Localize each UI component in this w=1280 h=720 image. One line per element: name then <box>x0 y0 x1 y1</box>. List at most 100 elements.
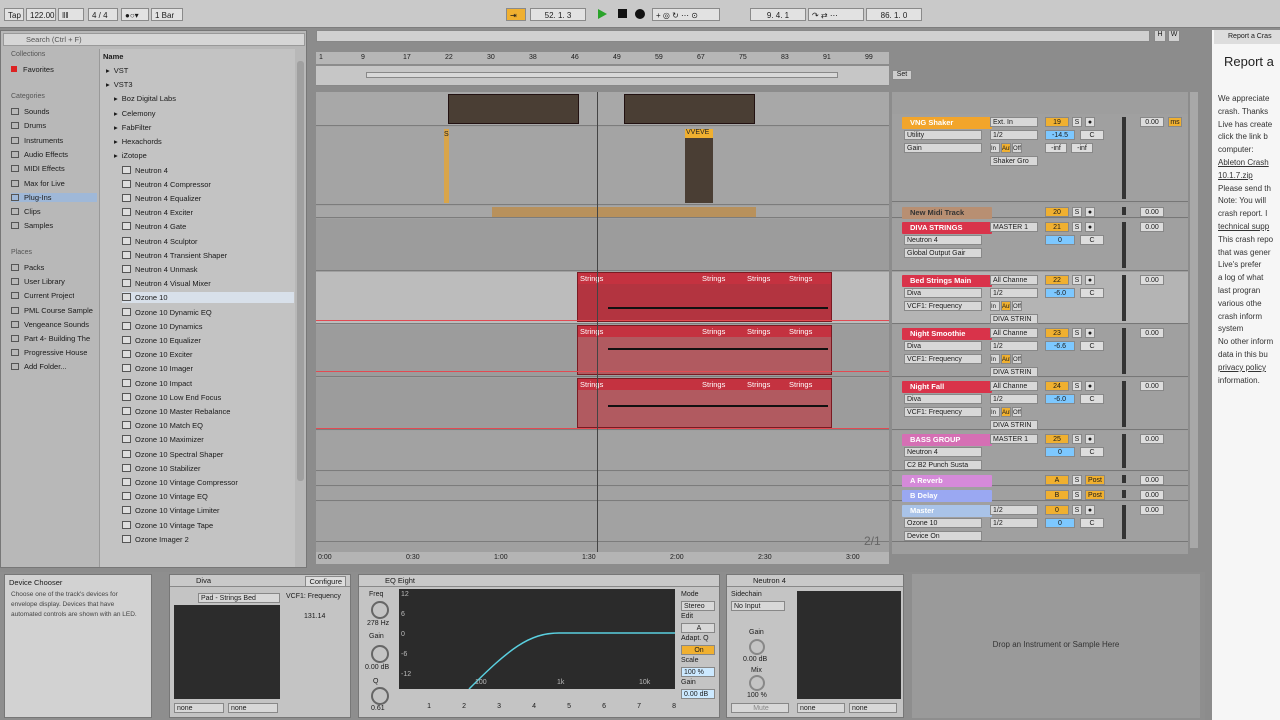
io-menu[interactable]: All Channe <box>990 328 1038 338</box>
overdub-icon[interactable]: + ◎ ↻ ⋯ ⊙ <box>652 8 720 21</box>
io-menu[interactable]: All Channe <box>990 275 1038 285</box>
play-icon[interactable] <box>598 9 607 19</box>
arm-icon[interactable]: ● <box>1085 222 1095 232</box>
place-item[interactable]: Current Project <box>11 291 74 300</box>
send-field[interactable]: 0.00 <box>1140 475 1164 485</box>
sidebar-item-clips[interactable]: Clips <box>11 207 41 216</box>
solo-button[interactable]: S <box>1072 434 1082 444</box>
io-menu[interactable]: In <box>990 143 1000 153</box>
inf-field[interactable]: -inf <box>1045 143 1067 153</box>
configure-button[interactable]: Configure <box>305 576 346 587</box>
io-menu[interactable]: In <box>990 407 1000 417</box>
device-chain-menu[interactable]: VCF1: Frequency <box>904 407 982 417</box>
track-number[interactable]: 20 <box>1045 207 1069 217</box>
plugin-item[interactable]: Ozone 10 Imager <box>122 363 193 374</box>
quantize-menu[interactable]: 1 Bar <box>151 8 183 21</box>
midi-from-menu[interactable]: none <box>174 703 224 713</box>
pan-field[interactable]: C <box>1080 235 1104 245</box>
plugin-item[interactable]: Ozone 10 Dynamic EQ <box>122 307 212 318</box>
eq-band-toggle[interactable]: 8 <box>648 703 676 710</box>
pan-field[interactable]: C <box>1080 341 1104 351</box>
h-toggle[interactable]: H <box>1154 30 1166 42</box>
mixer-track[interactable]: Night Fall Diva VCF1: Frequency All Channe 1… <box>892 378 1188 430</box>
io-menu[interactable]: Shaker Gro <box>990 156 1038 166</box>
time-signature[interactable]: 4 / 4 <box>88 8 118 21</box>
place-item[interactable]: User Library <box>11 277 65 286</box>
io-menu[interactable]: DIVA STRIN <box>990 314 1038 324</box>
audio-clip[interactable]: VVEVE <box>685 129 713 203</box>
sidebar-item-max-for-live[interactable]: Max for Live <box>11 179 65 188</box>
eq-display[interactable]: 12 6 0 -6 -12 100 1k 10k <box>399 589 675 690</box>
folder-item[interactable]: ▸ FabFilter <box>114 122 151 133</box>
io-menu[interactable]: MASTER 1 <box>990 222 1038 232</box>
track-lane-delay[interactable] <box>316 487 889 501</box>
io-menu[interactable]: 1/2 <box>990 394 1038 404</box>
track-lane-diva-strings[interactable] <box>316 219 889 271</box>
arm-icon[interactable]: ● <box>1085 207 1095 217</box>
preset-menu[interactable]: Pad - Strings Bed <box>198 593 280 603</box>
device-chain-menu[interactable]: Diva <box>904 394 982 404</box>
plugin-item[interactable]: Neutron 4 Compressor <box>122 179 211 190</box>
mixer-track[interactable]: Bed Strings Main Diva VCF1: Frequency All C… <box>892 272 1188 324</box>
track-name[interactable]: A Reverb <box>902 475 992 487</box>
track-number[interactable]: B <box>1045 490 1069 500</box>
output-gain-field[interactable]: 0.00 dB <box>681 689 715 699</box>
track-name[interactable]: B Delay <box>902 490 992 502</box>
track-name[interactable]: VNG Shaker <box>902 117 992 129</box>
sidebar-item-plug-ins[interactable]: Plug-Ins <box>11 192 97 202</box>
loop-region[interactable] <box>366 72 838 78</box>
track-name[interactable]: DIVA STRINGS <box>902 222 992 234</box>
track-name[interactable]: Night Smoothie <box>902 328 992 340</box>
io-menu[interactable]: Off <box>1012 143 1022 153</box>
sidebar-item-instruments[interactable]: Instruments <box>11 136 63 145</box>
record-icon[interactable] <box>635 9 645 19</box>
mixer-track[interactable]: B DelayBS●Post0.00 <box>892 487 1188 502</box>
track-number[interactable]: 24 <box>1045 381 1069 391</box>
stop-icon[interactable] <box>618 9 627 18</box>
track-number[interactable]: 21 <box>1045 222 1069 232</box>
solo-button[interactable]: S <box>1072 222 1082 232</box>
plugin-item[interactable]: Neutron 4 Transient Shaper <box>122 250 227 261</box>
mixer-scrollbar[interactable] <box>1190 92 1198 548</box>
track-name[interactable]: Bed Strings Main <box>902 275 992 287</box>
track-name[interactable]: Night Fall <box>902 381 992 393</box>
track-lane-bass-group[interactable] <box>316 431 889 471</box>
io-menu[interactable]: Off <box>1012 354 1022 364</box>
track-number[interactable]: 23 <box>1045 328 1069 338</box>
eq-band-toggle[interactable]: 6 <box>578 703 606 710</box>
io-menu[interactable]: In <box>990 301 1000 311</box>
device-chain-menu[interactable]: Gain <box>904 143 982 153</box>
q-knob[interactable] <box>371 687 389 705</box>
name-column-header[interactable]: Name <box>103 51 123 62</box>
freq-knob[interactable] <box>371 601 389 619</box>
midi-to-menu[interactable]: none <box>228 703 278 713</box>
folder-item[interactable]: ▸ VST <box>106 65 128 76</box>
place-item[interactable]: Progressive House <box>11 348 87 357</box>
sidebar-item-samples[interactable]: Samples <box>11 221 53 230</box>
metronome-icon[interactable]: ●○▾ <box>121 8 149 21</box>
pan-field[interactable]: C <box>1080 518 1104 528</box>
solo-button[interactable]: S <box>1072 207 1082 217</box>
volume-field[interactable]: 0 <box>1045 518 1075 528</box>
track-name[interactable]: New Midi Track <box>902 207 992 219</box>
solo-button[interactable]: S <box>1072 490 1082 500</box>
plugin-item[interactable]: Neutron 4 Gate <box>122 221 186 232</box>
pan-field[interactable]: C <box>1080 447 1104 457</box>
track-lane-night-fall[interactable]: Strings Strings Strings Strings <box>316 378 889 430</box>
io-menu[interactable]: DIVA STRIN <box>990 367 1038 377</box>
sidebar-item-sounds[interactable]: Sounds <box>11 107 49 116</box>
plugin-item[interactable]: Ozone 10 Vintage EQ <box>122 491 208 502</box>
pan-field[interactable]: C <box>1080 288 1104 298</box>
solo-button[interactable]: S <box>1072 381 1082 391</box>
solo-button[interactable]: S <box>1072 475 1082 485</box>
place-item[interactable]: Part 4- Building The <box>11 334 90 343</box>
solo-button[interactable]: S <box>1072 505 1082 515</box>
track-number[interactable]: 0 <box>1045 505 1069 515</box>
pan-field[interactable]: C <box>1080 130 1104 140</box>
send-field[interactable]: 0.00 <box>1140 275 1164 285</box>
mode-menu[interactable]: Stereo <box>681 601 715 611</box>
mixer-track[interactable]: Night Smoothie Diva VCF1: Frequency All Cha… <box>892 325 1188 377</box>
follow-icon[interactable]: ⇥ <box>506 8 526 21</box>
eq-band-toggle[interactable]: 2 <box>438 703 466 710</box>
send-field[interactable]: 0.00 <box>1140 207 1164 217</box>
